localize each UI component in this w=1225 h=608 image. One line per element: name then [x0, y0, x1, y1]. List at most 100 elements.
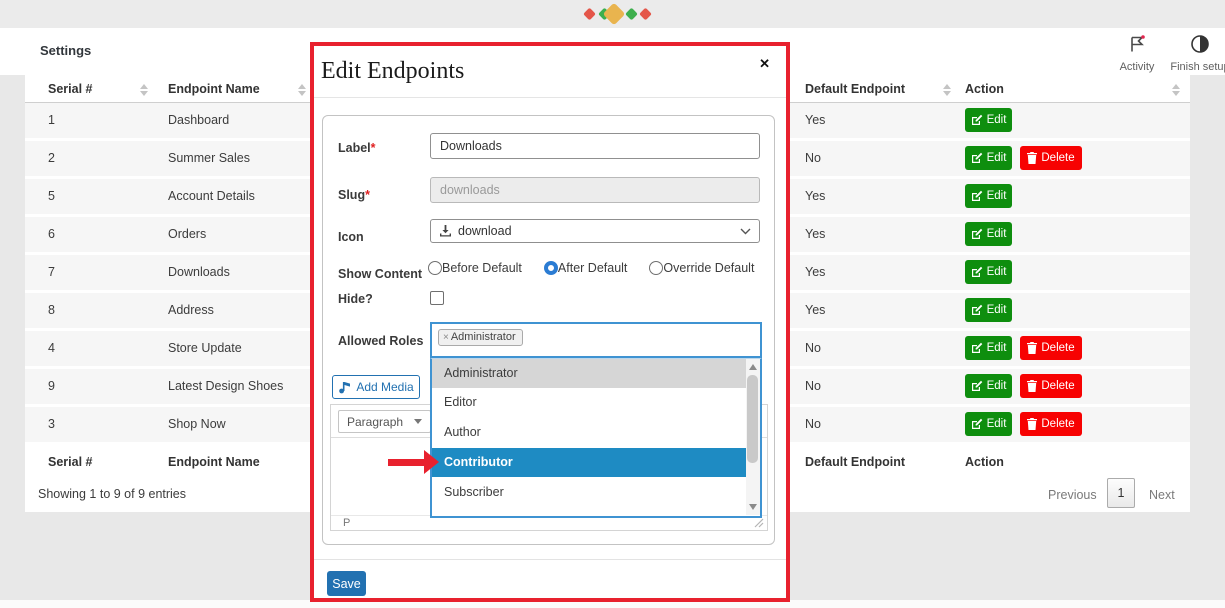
edit-label: Edit [987, 418, 1007, 430]
delete-button[interactable]: Delete [1020, 146, 1082, 170]
radio-before-default[interactable]: Before Default [428, 261, 522, 275]
radio-override-default[interactable]: Override Default [649, 261, 754, 275]
radio-icon [649, 261, 663, 275]
radio-checked-icon [544, 261, 558, 275]
topbar [0, 0, 1225, 28]
radio-after-default[interactable]: After Default [544, 261, 627, 275]
add-media-label: Add Media [356, 380, 413, 394]
cell-serial: 9 [48, 379, 55, 393]
diamond-icon [583, 8, 596, 21]
role-option-customer[interactable]: Customer [432, 508, 748, 518]
save-button[interactable]: Save [327, 571, 366, 596]
pencil-icon [971, 152, 983, 164]
modal-title: Edit Endpoints [321, 58, 464, 85]
pencil-icon [971, 418, 983, 430]
cell-serial: 6 [48, 227, 55, 241]
edit-label: Edit [987, 228, 1007, 240]
activity-label: Activity [1105, 61, 1169, 73]
required-asterisk: * [371, 141, 376, 155]
icon-select-value: download [458, 224, 512, 238]
show-content-label: Show Content [338, 267, 422, 281]
delete-label: Delete [1041, 380, 1074, 392]
edit-label: Edit [987, 266, 1007, 278]
scrollbar-thumb[interactable] [747, 375, 758, 463]
edit-button[interactable]: Edit [965, 412, 1012, 436]
footer-column-serial: Serial # [48, 455, 92, 469]
cell-serial: 1 [48, 113, 55, 127]
table-summary: Showing 1 to 9 of 9 entries [38, 487, 186, 501]
edit-button[interactable]: Edit [965, 298, 1012, 322]
finish-setup-button[interactable]: Finish setup [1168, 34, 1225, 73]
column-header-action[interactable]: Action [965, 82, 1004, 96]
edit-button[interactable]: Edit [965, 184, 1012, 208]
cell-default: Yes [805, 303, 825, 317]
close-icon[interactable]: ✕ [759, 56, 770, 72]
edit-button[interactable]: Edit [965, 260, 1012, 284]
cell-name: Address [168, 303, 214, 317]
sort-icon[interactable] [1172, 84, 1180, 96]
pagination-previous[interactable]: Previous [1048, 488, 1097, 502]
delete-button[interactable]: Delete [1020, 412, 1082, 436]
icon-field-label: Icon [338, 230, 364, 244]
delete-label: Delete [1041, 342, 1074, 354]
cell-default: No [805, 151, 821, 165]
delete-button[interactable]: Delete [1020, 374, 1082, 398]
footer-column-name: Endpoint Name [168, 455, 260, 469]
resize-grip-icon[interactable] [754, 518, 764, 528]
radio-label: Before Default [442, 261, 522, 275]
cell-serial: 4 [48, 341, 55, 355]
sort-icon[interactable] [140, 84, 148, 96]
half-circle-icon [1190, 34, 1210, 54]
modal-footer-divider [314, 559, 786, 560]
label-input[interactable]: Downloads [430, 133, 760, 159]
edit-button[interactable]: Edit [965, 336, 1012, 360]
edit-button[interactable]: Edit [965, 146, 1012, 170]
allowed-roles-multiselect[interactable]: ×Administrator [430, 322, 762, 358]
icon-select[interactable]: download [430, 219, 760, 243]
delete-button[interactable]: Delete [1020, 336, 1082, 360]
column-header-default-endpoint[interactable]: Default Endpoint [805, 82, 905, 96]
sort-icon[interactable] [943, 84, 951, 96]
pencil-icon [971, 304, 983, 316]
radio-label: Override Default [663, 261, 754, 275]
role-option-subscriber[interactable]: Subscriber [432, 478, 748, 507]
modal-header-divider [314, 97, 786, 98]
scroll-up-icon[interactable] [749, 364, 757, 370]
footer-column-default-endpoint: Default Endpoint [805, 455, 905, 469]
scrollbar[interactable] [746, 359, 760, 515]
cell-name: Summer Sales [168, 151, 250, 165]
role-tag-administrator: ×Administrator [438, 329, 523, 346]
radio-label: After Default [558, 261, 627, 275]
edit-label: Edit [987, 380, 1007, 392]
hide-checkbox[interactable] [430, 291, 444, 305]
edit-button[interactable]: Edit [965, 108, 1012, 132]
role-option-administrator[interactable]: Administrator [432, 359, 748, 388]
diamond-icon [639, 8, 652, 21]
edit-label: Edit [987, 342, 1007, 354]
remove-tag-icon[interactable]: × [443, 332, 449, 343]
activity-button[interactable]: Activity [1105, 34, 1169, 73]
role-option-contributor[interactable]: Contributor [432, 448, 748, 477]
scroll-down-icon[interactable] [749, 504, 757, 510]
paragraph-select-value: Paragraph [347, 415, 403, 429]
add-media-button[interactable]: Add Media [332, 375, 420, 399]
radio-icon [428, 261, 442, 275]
sort-icon[interactable] [298, 84, 306, 96]
pagination-next[interactable]: Next [1149, 488, 1175, 502]
pencil-icon [971, 380, 983, 392]
edit-button[interactable]: Edit [965, 374, 1012, 398]
column-header-serial[interactable]: Serial # [48, 82, 92, 96]
column-header-name[interactable]: Endpoint Name [168, 82, 260, 96]
cell-serial: 2 [48, 151, 55, 165]
paragraph-select[interactable]: Paragraph [338, 410, 431, 433]
slug-input: downloads [430, 177, 760, 203]
finish-setup-label: Finish setup [1168, 61, 1225, 73]
role-option-editor[interactable]: Editor [432, 388, 748, 417]
pagination-page-1[interactable]: 1 [1107, 478, 1135, 508]
trash-icon [1027, 342, 1037, 354]
cell-serial: 3 [48, 417, 55, 431]
edit-button[interactable]: Edit [965, 222, 1012, 246]
role-option-author[interactable]: Author [432, 418, 748, 447]
cell-default: No [805, 417, 821, 431]
slug-field-label: Slug* [338, 188, 370, 202]
